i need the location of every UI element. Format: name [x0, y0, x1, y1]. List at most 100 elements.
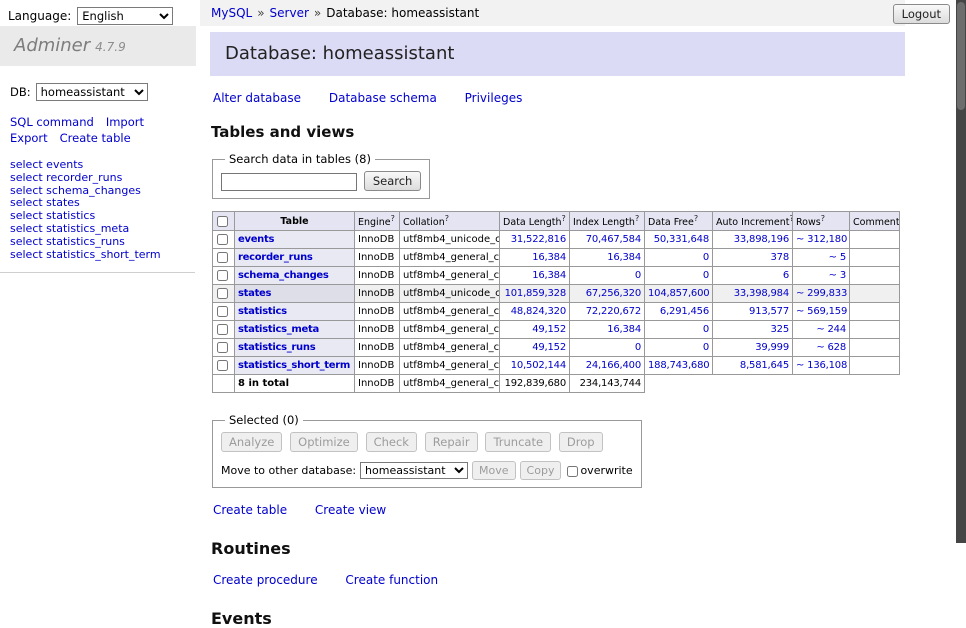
data-length-link[interactable]: 16,384 — [532, 252, 566, 263]
data-length-link[interactable]: 49,152 — [532, 342, 566, 353]
sidebar-table-link[interactable]: select recorder_runs — [10, 172, 195, 185]
row-select-checkbox[interactable] — [217, 324, 228, 335]
rows-count-link[interactable]: ~ 312,180 — [796, 234, 847, 245]
rows-count-link[interactable]: ~ 5 — [829, 252, 846, 263]
index-length-link[interactable]: 0 — [635, 342, 641, 353]
row-select-checkbox[interactable] — [217, 306, 228, 317]
help-icon[interactable]: ? — [561, 214, 565, 223]
help-icon[interactable]: ? — [391, 214, 395, 223]
auto-increment-link[interactable]: 325 — [771, 324, 790, 335]
breadcrumb-mysql-link[interactable]: MySQL — [211, 6, 252, 20]
table-name-link[interactable]: schema_changes — [238, 270, 329, 281]
table-name-link[interactable]: statistics_runs — [238, 342, 315, 353]
search-input[interactable] — [221, 173, 357, 191]
help-icon[interactable]: ? — [445, 214, 449, 223]
auto-increment-cell: 39,999 — [713, 339, 793, 357]
index-length-link[interactable]: 0 — [635, 270, 641, 281]
rows-count-link[interactable]: ~ 299,833 — [796, 288, 847, 299]
language-select[interactable]: English — [77, 7, 173, 25]
data-length-link[interactable]: 10,502,144 — [511, 360, 566, 371]
data-length-link[interactable]: 16,384 — [532, 270, 566, 281]
auto-increment-link[interactable]: 378 — [771, 252, 790, 263]
engine-cell: InnoDB — [355, 339, 400, 357]
database-actions: Alter database Database schema Privilege… — [213, 91, 905, 105]
scrollbar-thumb[interactable] — [957, 2, 965, 110]
data-free-link[interactable]: 0 — [703, 252, 709, 263]
data-length-link[interactable]: 101,859,328 — [505, 288, 566, 299]
auto-increment-link[interactable]: 6 — [783, 270, 789, 281]
logout-button[interactable]: Logout — [893, 4, 950, 24]
rows-count-link[interactable]: ~ 244 — [816, 324, 846, 335]
total-row: 8 in total InnoDB utf8mb4_general_ci 192… — [213, 375, 900, 393]
action-link[interactable]: Create view — [315, 503, 386, 517]
row-select-checkbox[interactable] — [217, 342, 228, 353]
data-free-link[interactable]: 6,291,456 — [660, 306, 709, 317]
auto-increment-link[interactable]: 33,398,984 — [734, 288, 789, 299]
sidebar-table-link[interactable]: select statistics_meta — [10, 223, 195, 236]
data-free-link[interactable]: 0 — [703, 342, 709, 353]
help-icon[interactable]: ? — [635, 214, 639, 223]
create-table-link[interactable]: Create table — [60, 131, 131, 145]
table-name-link[interactable]: statistics_short_term — [238, 360, 350, 371]
sql-command-link[interactable]: SQL command — [10, 115, 94, 129]
data-free-link[interactable]: 188,743,680 — [648, 360, 709, 371]
action-link[interactable]: Create table — [213, 503, 287, 517]
import-link[interactable]: Import — [106, 115, 144, 129]
scrollbar-track[interactable] — [956, 0, 966, 543]
index-length-link[interactable]: 16,384 — [607, 324, 641, 335]
index-length-link[interactable]: 24,166,400 — [586, 360, 641, 371]
table-name-link[interactable]: recorder_runs — [238, 252, 313, 263]
auto-increment-link[interactable]: 33,898,196 — [734, 234, 789, 245]
select-all-checkbox[interactable] — [217, 216, 228, 227]
overwrite-label: overwrite — [580, 464, 632, 477]
rows-count-link[interactable]: ~ 569,159 — [796, 306, 847, 317]
auto-increment-link[interactable]: 913,577 — [749, 306, 789, 317]
index-length-link[interactable]: 67,256,320 — [586, 288, 641, 299]
search-button[interactable]: Search — [364, 171, 422, 191]
data-free-link[interactable]: 50,331,648 — [654, 234, 709, 245]
overwrite-checkbox[interactable] — [567, 466, 578, 477]
db-select[interactable]: homeassistant — [36, 83, 148, 101]
action-link[interactable]: Alter database — [213, 91, 301, 105]
sidebar-table-link[interactable]: select statistics_runs — [10, 236, 195, 249]
table-name-link[interactable]: states — [238, 288, 271, 299]
table-name-link[interactable]: statistics_meta — [238, 324, 319, 335]
index-length-link[interactable]: 16,384 — [607, 252, 641, 263]
sidebar-table-link[interactable]: select statistics_short_term — [10, 249, 195, 262]
rows-count-link[interactable]: ~ 628 — [816, 342, 846, 353]
data-length-link[interactable]: 49,152 — [532, 324, 566, 335]
move-database-select[interactable]: homeassistant — [360, 462, 468, 479]
auto-increment-link[interactable]: 8,581,645 — [740, 360, 789, 371]
row-select-checkbox[interactable] — [217, 360, 228, 371]
row-select-cell — [213, 339, 235, 357]
data-free-link[interactable]: 104,857,600 — [648, 288, 709, 299]
action-link[interactable]: Privileges — [465, 91, 523, 105]
help-icon[interactable]: ? — [821, 214, 825, 223]
table-name-link[interactable]: statistics — [238, 306, 287, 317]
data-length-cell: 49,152 — [500, 321, 570, 339]
index-length-link[interactable]: 70,467,584 — [586, 234, 641, 245]
row-select-checkbox[interactable] — [217, 288, 228, 299]
table-row: schema_changes InnoDB utf8mb4_general_ci… — [213, 267, 900, 285]
auto-increment-link[interactable]: 39,999 — [755, 342, 789, 353]
help-icon[interactable]: ? — [694, 214, 698, 223]
comment-cell — [850, 249, 900, 267]
export-link[interactable]: Export — [10, 131, 48, 145]
action-link[interactable]: Create procedure — [213, 573, 318, 587]
sidebar-table-link[interactable]: select events — [10, 159, 195, 172]
data-free-link[interactable]: 0 — [703, 270, 709, 281]
data-free-link[interactable]: 0 — [703, 324, 709, 335]
row-select-checkbox[interactable] — [217, 270, 228, 281]
rows-count-link[interactable]: ~ 3 — [829, 270, 846, 281]
action-link[interactable]: Database schema — [329, 91, 437, 105]
index-length-link[interactable]: 72,220,672 — [586, 306, 641, 317]
row-select-checkbox[interactable] — [217, 234, 228, 245]
data-length-link[interactable]: 31,522,816 — [511, 234, 566, 245]
table-name-link[interactable]: events — [238, 234, 274, 245]
row-select-checkbox[interactable] — [217, 252, 228, 263]
data-length-link[interactable]: 48,824,320 — [511, 306, 566, 317]
action-link[interactable]: Create function — [345, 573, 438, 587]
breadcrumb-server-link[interactable]: Server — [270, 6, 309, 20]
rows-count-link[interactable]: ~ 136,108 — [796, 360, 847, 371]
comment-cell — [850, 357, 900, 375]
